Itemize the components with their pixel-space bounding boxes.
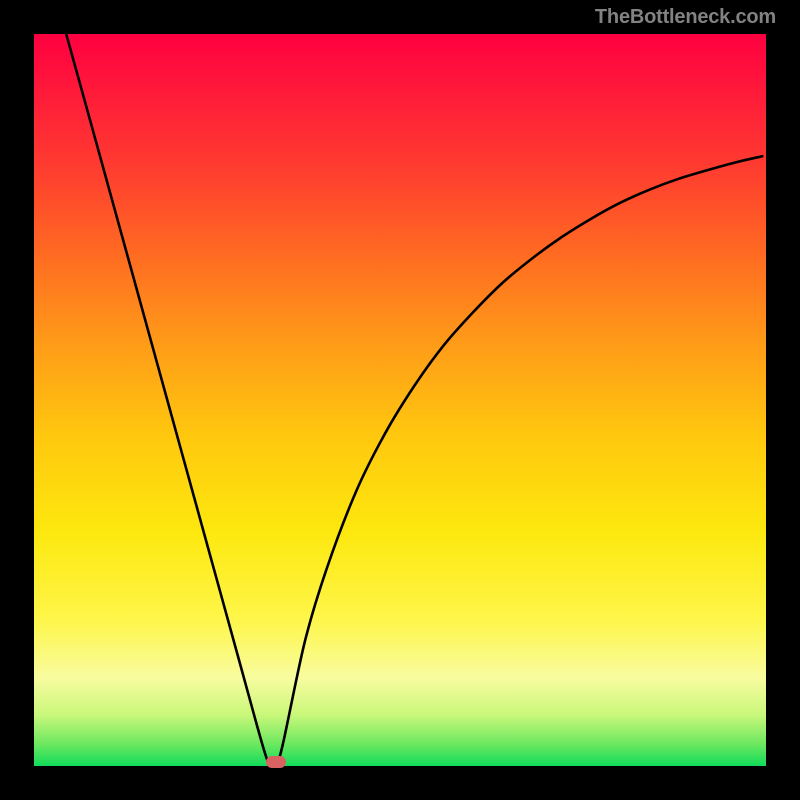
attribution-text: TheBottleneck.com xyxy=(595,6,776,29)
chart-container: TheBottleneck.com xyxy=(0,0,800,800)
bottleneck-curve xyxy=(66,34,762,766)
optimal-point-marker xyxy=(266,756,286,768)
chart-gradient-background xyxy=(34,34,766,766)
curve-svg xyxy=(34,34,766,766)
